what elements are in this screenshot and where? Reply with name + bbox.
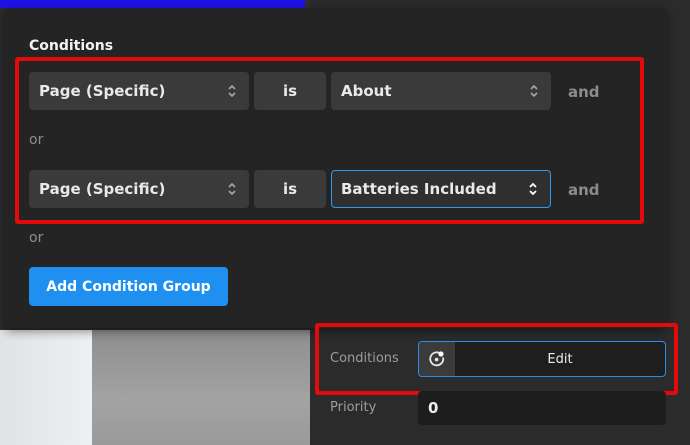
background-blue-strip [0, 0, 305, 8]
highlight-frame-conditions [15, 57, 644, 224]
canvas-gray-area [92, 330, 310, 445]
priority-input[interactable]: 0 [418, 391, 666, 425]
or-separator-2[interactable]: or [29, 230, 43, 246]
priority-label: Priority [330, 400, 377, 415]
highlight-frame-edit [315, 323, 678, 395]
canvas-light-area [0, 330, 95, 445]
popover-title: Conditions [29, 38, 114, 54]
priority-value: 0 [428, 399, 439, 417]
add-condition-group-button[interactable]: Add Condition Group [29, 267, 228, 306]
